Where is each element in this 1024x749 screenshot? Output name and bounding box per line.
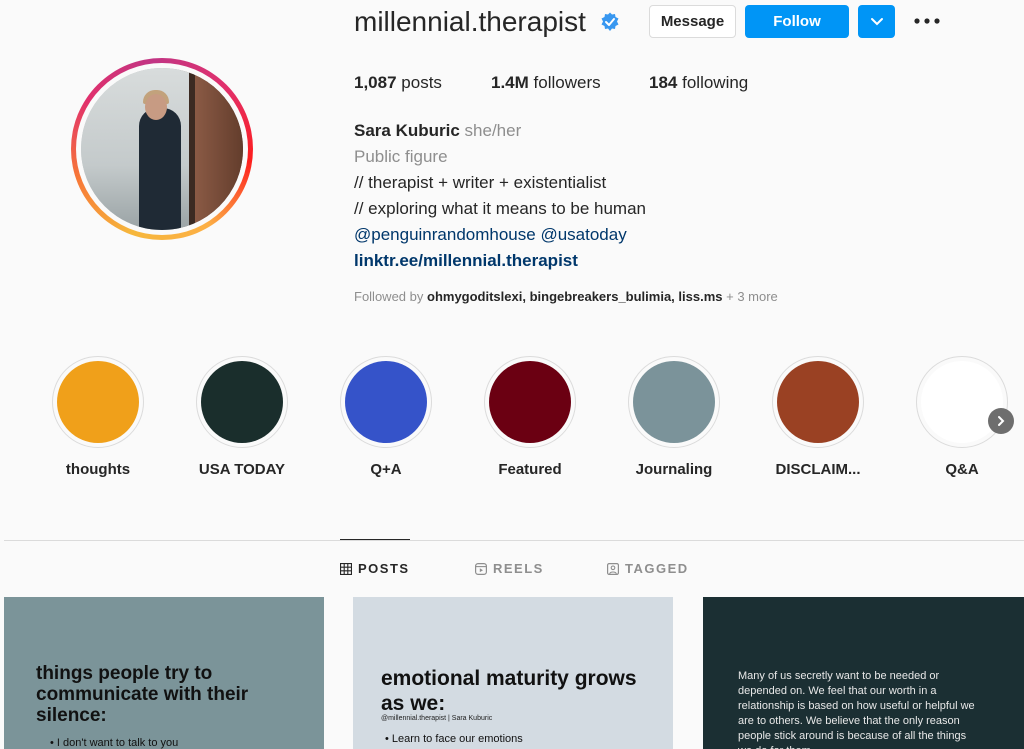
tab-posts[interactable]: POSTS — [340, 561, 410, 576]
highlight-label: thoughts — [65, 461, 131, 478]
avatar-gap — [76, 63, 248, 235]
followers-count-value: 1.4M — [491, 73, 529, 92]
profile-avatar-story-ring[interactable] — [71, 58, 253, 240]
highlight-cover — [921, 361, 1003, 443]
more-options-button[interactable] — [912, 8, 942, 34]
highlight-ring — [340, 356, 432, 448]
chevron-right-icon — [998, 416, 1005, 426]
post-list-item: • I don't want to talk to you — [50, 737, 179, 749]
avatar — [81, 68, 243, 230]
posts-count-label: posts — [401, 73, 442, 92]
highlight-item[interactable]: DISCLAIM... — [772, 356, 864, 478]
bio-line-1: // therapist + writer + existentialist — [354, 173, 607, 192]
bio-fullname: Sara Kuburic she/her — [354, 121, 521, 141]
post-tile[interactable]: things people try to communicate with th… — [4, 597, 324, 749]
post-credit: @millennial.therapist | Sara Kuburic — [381, 715, 493, 722]
followers-count[interactable]: 1.4M followers — [491, 73, 601, 93]
message-button[interactable]: Message — [649, 5, 736, 38]
highlight-ring — [484, 356, 576, 448]
followed-prefix: Followed by — [354, 289, 424, 304]
highlight-cover — [345, 361, 427, 443]
tabs-divider — [4, 540, 1024, 541]
bio-pronouns: she/her — [464, 121, 522, 140]
highlight-item[interactable]: thoughts — [52, 356, 144, 478]
highlight-cover — [201, 361, 283, 443]
highlight-item[interactable]: Journaling — [628, 356, 720, 478]
highlight-cover — [489, 361, 571, 443]
tab-tagged[interactable]: TAGGED — [607, 561, 689, 576]
highlight-ring — [772, 356, 864, 448]
highlight-cover — [777, 361, 859, 443]
highlight-label: Q+A — [370, 461, 402, 478]
followers-count-label: followers — [533, 73, 601, 92]
post-body-text: Many of us secretly want to be needed or… — [738, 670, 975, 749]
avatar-head — [145, 94, 167, 120]
highlights-next-button[interactable] — [988, 408, 1014, 434]
highlight-ring — [196, 356, 288, 448]
avatar-wall — [195, 68, 243, 230]
follow-button[interactable]: Follow — [745, 5, 849, 38]
highlight-cover — [57, 361, 139, 443]
highlight-label: Journaling — [635, 461, 713, 478]
post-title: things people try to communicate with th… — [36, 663, 249, 726]
tagged-icon — [607, 562, 619, 575]
profile-username: millennial.therapist — [354, 6, 586, 37]
grid-icon — [340, 562, 352, 575]
bio-external-link[interactable]: linktr.ee/millennial.therapist — [354, 251, 578, 271]
following-count-label: following — [682, 73, 749, 92]
highlight-ring — [628, 356, 720, 448]
highlight-label: USA TODAY — [198, 461, 286, 478]
following-count-value: 184 — [649, 73, 678, 92]
chevron-down-icon — [870, 17, 883, 25]
highlight-ring — [916, 356, 1008, 448]
highlight-item[interactable]: Q+A — [340, 356, 432, 478]
post-list-item: • Learn to face our emotions — [385, 733, 523, 745]
post-title: emotional maturity grows as we: — [381, 667, 637, 715]
ellipsis-icon — [914, 18, 940, 24]
highlight-item[interactable]: USA TODAY — [196, 356, 288, 478]
highlight-ring — [52, 356, 144, 448]
followed-by[interactable]: Followed by ohmygoditslexi, bingebreaker… — [354, 289, 778, 304]
avatar-figure — [139, 108, 181, 230]
followed-more: + 3 more — [726, 289, 778, 304]
bio-name-text: Sara Kuburic — [354, 121, 460, 140]
post-tile[interactable]: Many of us secretly want to be needed or… — [703, 597, 1024, 749]
active-tab-indicator — [340, 539, 410, 540]
verified-badge-icon — [601, 12, 619, 31]
bio-line-2: // exploring what it means to be human — [354, 199, 646, 218]
posts-count: 1,087 posts — [354, 73, 442, 93]
tab-tagged-label: TAGGED — [625, 561, 689, 576]
following-count[interactable]: 184 following — [649, 73, 748, 93]
post-tile[interactable]: emotional maturity grows as we: @millenn… — [353, 597, 673, 749]
tab-reels[interactable]: REELS — [475, 561, 544, 576]
suggested-accounts-button[interactable] — [858, 5, 895, 38]
highlight-cover — [633, 361, 715, 443]
highlight-label: Featured — [498, 461, 562, 478]
reels-icon — [475, 562, 487, 575]
tab-posts-label: POSTS — [358, 561, 410, 576]
highlight-label: Q&A — [945, 461, 979, 478]
bio-category: Public figure — [354, 147, 448, 166]
posts-count-value: 1,087 — [354, 73, 397, 92]
bio-mentions[interactable]: @penguinrandomhouse @usatoday — [354, 225, 627, 245]
highlight-label: DISCLAIM... — [775, 461, 861, 478]
tab-reels-label: REELS — [493, 561, 544, 576]
followed-names: ohmygoditslexi, bingebreakers_bulimia, l… — [427, 289, 723, 304]
highlight-item[interactable]: Featured — [484, 356, 576, 478]
